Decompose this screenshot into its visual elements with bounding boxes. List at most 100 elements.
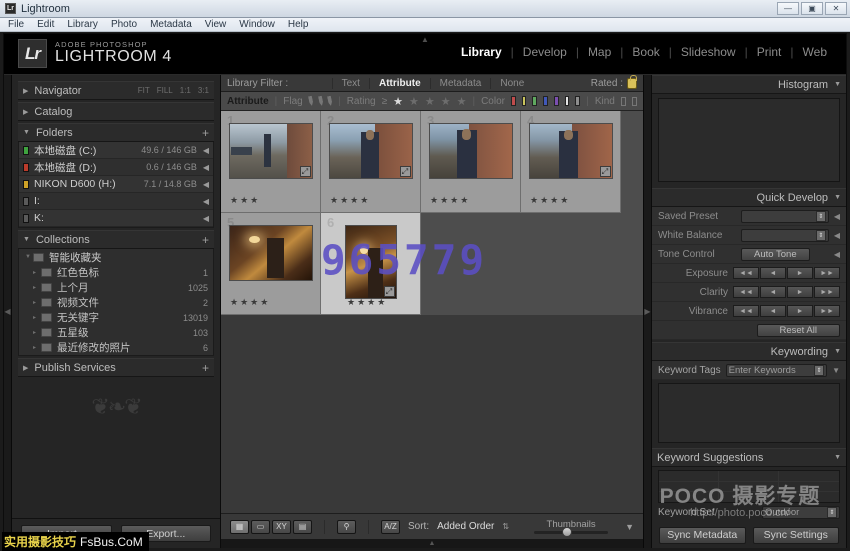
color-swatch-green[interactable] — [532, 96, 537, 106]
dropdown-stepper-icon[interactable]: ⇕ — [814, 365, 824, 376]
thumbnail-rating[interactable]: ★★★★ — [230, 297, 270, 308]
table-row[interactable]: 4 ⤢ ★★★★ — [521, 111, 621, 213]
exposure-big-down-button[interactable]: ◄◄ — [733, 267, 759, 279]
clarity-up-button[interactable]: ► — [787, 286, 813, 298]
module-book[interactable]: Book — [623, 45, 668, 59]
keyword-entry-area[interactable] — [658, 383, 840, 443]
exposure-big-up-button[interactable]: ►► — [814, 267, 840, 279]
chevron-left-icon[interactable]: ◀ — [203, 180, 209, 189]
minimize-button[interactable]: — — [777, 2, 799, 15]
table-row[interactable]: 5 ★★★★ — [221, 213, 321, 315]
chevron-down-icon[interactable]: ▼ — [832, 366, 840, 375]
photo-thumbnail[interactable]: ⤢ — [345, 225, 397, 299]
list-item[interactable]: ▸ 无关键字 13019 — [19, 310, 213, 325]
chevron-left-icon[interactable]: ◀ — [203, 197, 209, 206]
reset-all-button[interactable]: Reset All — [757, 324, 841, 337]
menu-help[interactable]: Help — [288, 19, 309, 30]
menu-photo[interactable]: Photo — [111, 19, 137, 30]
color-swatch-yellow[interactable] — [522, 96, 527, 106]
filter-tab-attribute[interactable]: Attribute — [369, 78, 430, 89]
navigator-zoom-3-1[interactable]: 3:1 — [198, 86, 209, 95]
vibrance-big-up-button[interactable]: ►► — [814, 305, 840, 317]
sync-settings-button[interactable]: Sync Settings — [753, 527, 840, 544]
spray-can-icon[interactable]: ⚲ — [337, 520, 356, 534]
kind-master-photo-icon[interactable] — [621, 97, 626, 106]
color-swatch-blue[interactable] — [543, 96, 548, 106]
color-swatch-purple[interactable] — [554, 96, 559, 106]
histogram-panel-header[interactable]: Histogram ▼ — [652, 75, 846, 94]
add-folder-icon[interactable]: + — [202, 128, 209, 138]
chevron-left-icon[interactable]: ◀ — [834, 212, 840, 221]
thumbnail-rating[interactable]: ★★★★ — [330, 195, 370, 206]
dropdown-stepper-icon[interactable]: ⇕ — [827, 507, 837, 518]
navigator-zoom-fill[interactable]: FILL — [157, 86, 173, 95]
quick-develop-panel-header[interactable]: Quick Develop ▼ — [652, 188, 846, 207]
color-swatch-red[interactable] — [511, 96, 516, 106]
keywording-panel-header[interactable]: Keywording ▼ — [652, 342, 846, 361]
maximize-button[interactable]: ▣ — [801, 2, 823, 15]
photo-thumbnail[interactable] — [229, 225, 313, 281]
list-item[interactable]: ▸ 上个月 1025 — [19, 280, 213, 295]
module-web[interactable]: Web — [794, 45, 836, 59]
table-row[interactable]: 2 ⤢ ★★★★ — [321, 111, 421, 213]
keyword-set-dropdown[interactable]: Outdoor ⇕ — [762, 506, 840, 519]
auto-tone-button[interactable]: Auto Tone — [741, 248, 810, 261]
histogram-display[interactable] — [658, 98, 840, 182]
add-publish-service-icon[interactable]: + — [202, 363, 209, 373]
keyword-suggestions-header[interactable]: Keyword Suggestions ▼ — [652, 448, 846, 467]
folder-row[interactable]: NIKON D600 (H:) 7.1 / 14.8 GB ◀ — [19, 176, 213, 193]
color-swatch-custom[interactable] — [575, 96, 580, 106]
folder-row[interactable]: I: ◀ — [19, 193, 213, 210]
clarity-big-up-button[interactable]: ►► — [814, 286, 840, 298]
sort-value[interactable]: Added Order — [437, 521, 494, 532]
rating-star-5[interactable]: ★ — [457, 95, 467, 108]
photo-thumbnail[interactable] — [429, 123, 513, 179]
identity-plate[interactable]: Lr ADOBE PHOTOSHOP LIGHTROOM 4 — [18, 39, 172, 68]
chevron-left-icon[interactable]: ◀ — [203, 214, 209, 223]
thumbnail-rating[interactable]: ★★★★ — [530, 195, 570, 206]
menu-window[interactable]: Window — [239, 19, 275, 30]
vibrance-down-button[interactable]: ◄ — [760, 305, 786, 317]
flag-pick-icon[interactable] — [308, 96, 314, 107]
lock-icon[interactable] — [627, 78, 637, 89]
survey-view-icon[interactable]: ▤ — [293, 520, 312, 534]
menu-library[interactable]: Library — [67, 19, 98, 30]
slider-track[interactable] — [534, 531, 608, 534]
filter-tab-text[interactable]: Text — [332, 78, 369, 89]
saved-preset-dropdown[interactable]: ⇕ — [741, 210, 829, 223]
publish-services-panel-header[interactable]: ▶ Publish Services + — [18, 358, 214, 377]
keyword-suggestions-grid[interactable] — [658, 470, 840, 503]
color-swatch-none[interactable] — [565, 96, 570, 106]
vibrance-big-down-button[interactable]: ◄◄ — [733, 305, 759, 317]
navigator-zoom-1-1[interactable]: 1:1 — [180, 86, 191, 95]
flag-unflagged-icon[interactable] — [318, 96, 324, 107]
toolbar-options-chevron-icon[interactable]: ▼ — [625, 522, 634, 532]
clarity-down-button[interactable]: ◄ — [760, 286, 786, 298]
flag-reject-icon[interactable] — [327, 96, 333, 107]
folder-row[interactable]: 本地磁盘 (D:) 0.6 / 146 GB ◀ — [19, 159, 213, 176]
left-panel-collapse-handle[interactable]: ◀ — [4, 75, 12, 548]
kind-virtual-copy-icon[interactable] — [632, 97, 637, 106]
chevron-left-icon[interactable]: ◀ — [834, 250, 840, 259]
smart-collections-group[interactable]: ▼ 智能收藏夹 — [19, 249, 213, 265]
module-map[interactable]: Map — [579, 45, 620, 59]
menu-view[interactable]: View — [205, 19, 227, 30]
catalog-panel-header[interactable]: ▶ Catalog — [18, 102, 214, 121]
photo-thumbnail[interactable]: ⤢ — [229, 123, 313, 179]
thumbnail-badge-icon[interactable]: ⤢ — [600, 166, 611, 177]
filmstrip-toggle-handle[interactable]: ▲ — [221, 539, 643, 548]
white-balance-dropdown[interactable]: ⇕ — [741, 229, 829, 242]
folders-panel-header[interactable]: ▼ Folders + — [18, 123, 214, 142]
slider-knob[interactable] — [562, 527, 572, 537]
keyword-tags-dropdown[interactable]: Enter Keywords ⇕ — [726, 364, 827, 377]
chevron-left-icon[interactable]: ◀ — [203, 146, 209, 155]
chevron-left-icon[interactable]: ◀ — [834, 231, 840, 240]
thumbnail-badge-icon[interactable]: ⤢ — [300, 166, 311, 177]
menu-metadata[interactable]: Metadata — [150, 19, 192, 30]
vibrance-up-button[interactable]: ► — [787, 305, 813, 317]
table-row[interactable]: 6 ⤢ ★★★★ — [321, 213, 421, 315]
right-panel-collapse-handle[interactable]: ▶ — [643, 75, 651, 548]
rating-star-3[interactable]: ★ — [425, 95, 435, 108]
module-library[interactable]: Library — [452, 45, 511, 59]
thumbnail-rating[interactable]: ★★★ — [230, 195, 260, 206]
